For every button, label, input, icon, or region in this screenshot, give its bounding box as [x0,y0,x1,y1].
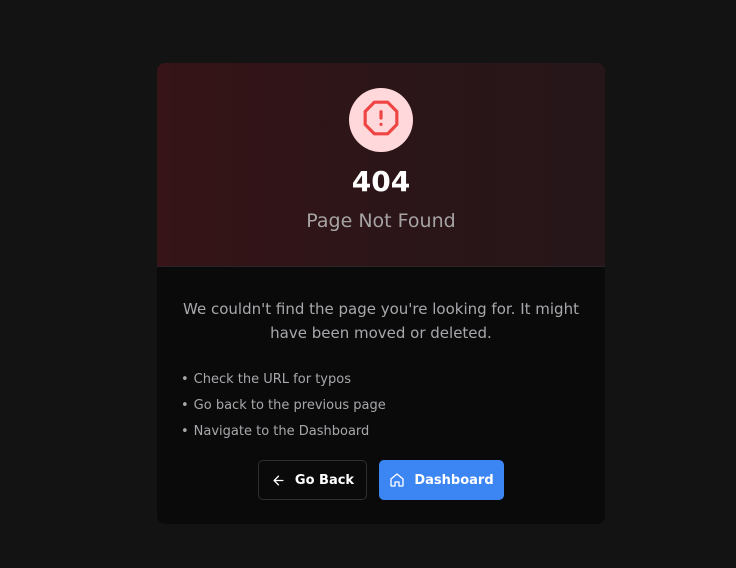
bullet: • [181,424,189,439]
tip-text: Check the URL for typos [193,372,351,387]
bullet: • [181,398,189,413]
dashboard-label: Dashboard [414,472,494,488]
error-message: We couldn't find the page you're looking… [183,300,579,342]
go-back-button[interactable]: Go Back [258,460,367,500]
error-header: 404 Page Not Found [157,63,605,267]
alert-octagon-icon [362,99,400,141]
tip-text: Navigate to the Dashboard [193,424,370,439]
go-back-label: Go Back [294,472,355,488]
error-card: 404 Page Not Found We couldn't find the … [157,63,605,524]
list-item: • Navigate to the Dashboard [181,419,386,445]
list-item: • Check the URL for typos [181,367,386,393]
error-body: We couldn't find the page you're looking… [157,267,605,524]
error-icon-badge [349,88,413,152]
dashboard-button[interactable]: Dashboard [379,460,504,500]
arrow-left-icon [271,473,286,488]
list-item: • Go back to the previous page [181,393,386,419]
bullet: • [181,372,189,387]
error-title: Page Not Found [306,210,456,232]
home-icon [389,472,405,488]
tips-list: • Check the URL for typos • Go back to the… [181,367,386,445]
error-code: 404 [351,165,411,198]
tip-text: Go back to the previous page [193,398,386,413]
